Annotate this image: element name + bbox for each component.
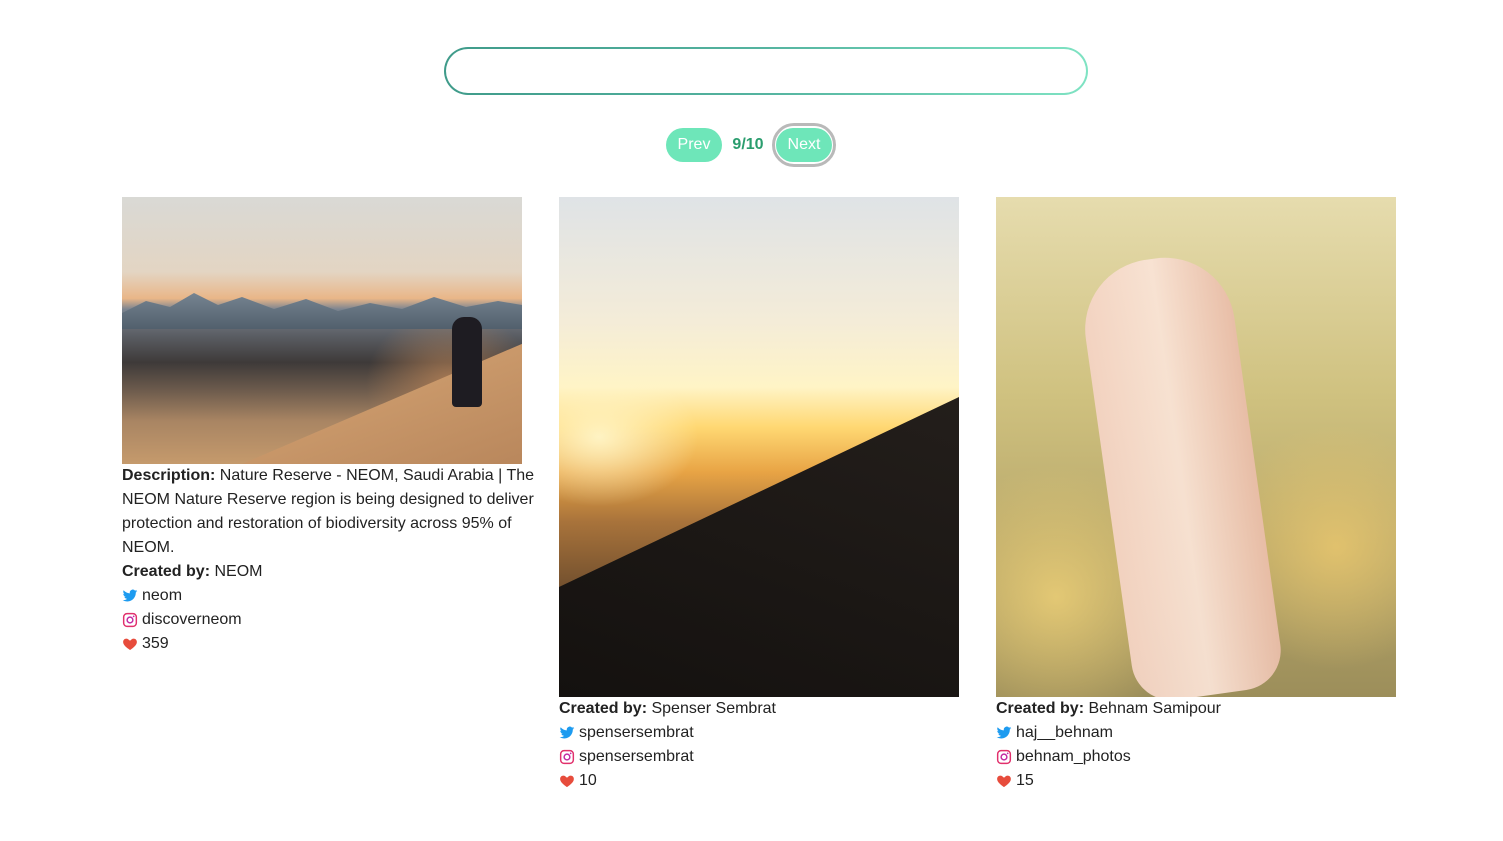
photo-image[interactable] [996,197,1396,697]
description-label: Description: [122,467,216,484]
hand-shape [1076,248,1286,697]
twitter-icon [559,726,575,739]
instagram-row: spensersembrat [559,745,979,769]
instagram-icon [559,749,575,765]
instagram-row: behnam_photos [996,745,1416,769]
twitter-handle[interactable]: neom [142,584,182,608]
likes-count: 10 [579,772,597,789]
creator-row: Created by: Spenser Sembrat [559,697,979,721]
likes-count: 359 [142,635,169,652]
card-info: Description: Nature Reserve - NEOM, Saud… [122,464,542,656]
photo-card: Created by: Spenser Sembrat spensersembr… [559,197,979,793]
twitter-handle[interactable]: haj__behnam [1016,721,1113,745]
likes-row: 359 [122,632,542,656]
heart-icon [123,638,137,650]
likes-row: 10 [559,769,979,793]
instagram-icon [996,749,1012,765]
twitter-icon [996,726,1012,739]
twitter-handle[interactable]: spensersembrat [579,721,694,745]
card-description: Description: Nature Reserve - NEOM, Saud… [122,464,537,560]
search-bar [444,47,1088,95]
prev-button[interactable]: Prev [666,128,722,162]
twitter-row: spensersembrat [559,721,979,745]
creator-name: Behnam Samipour [1088,700,1221,717]
instagram-handle[interactable]: spensersembrat [579,745,694,769]
pagination: Prev 9/10 Next [666,123,836,167]
next-button[interactable]: Next [776,128,832,162]
photo-image[interactable] [559,197,959,697]
photo-card: Description: Nature Reserve - NEOM, Saud… [122,197,542,656]
creator-name: NEOM [214,563,263,580]
next-button-focus-ring: Next [772,123,836,167]
created-by-label: Created by: [559,700,648,717]
likes-count: 15 [1016,772,1034,789]
twitter-row: haj__behnam [996,721,1416,745]
twitter-icon [122,589,138,602]
sun-glow-shape [559,367,699,507]
twitter-row: neom [122,584,542,608]
card-info: Created by: Behnam Samipour haj__behnam … [996,697,1416,793]
person-shape [452,317,482,407]
page-indicator: 9/10 [732,136,764,153]
photo-card: Created by: Behnam Samipour haj__behnam … [996,197,1416,793]
heart-icon [997,775,1011,787]
created-by-label: Created by: [996,700,1085,717]
heart-icon [560,775,574,787]
instagram-row: discoverneom [122,608,542,632]
creator-row: Created by: NEOM [122,560,542,584]
creator-name: Spenser Sembrat [651,700,776,717]
search-input[interactable] [446,49,1086,93]
instagram-handle[interactable]: behnam_photos [1016,745,1131,769]
instagram-icon [122,612,138,628]
instagram-handle[interactable]: discoverneom [142,608,242,632]
card-info: Created by: Spenser Sembrat spensersembr… [559,697,979,793]
creator-row: Created by: Behnam Samipour [996,697,1416,721]
photo-image[interactable] [122,197,522,464]
created-by-label: Created by: [122,563,211,580]
likes-row: 15 [996,769,1416,793]
